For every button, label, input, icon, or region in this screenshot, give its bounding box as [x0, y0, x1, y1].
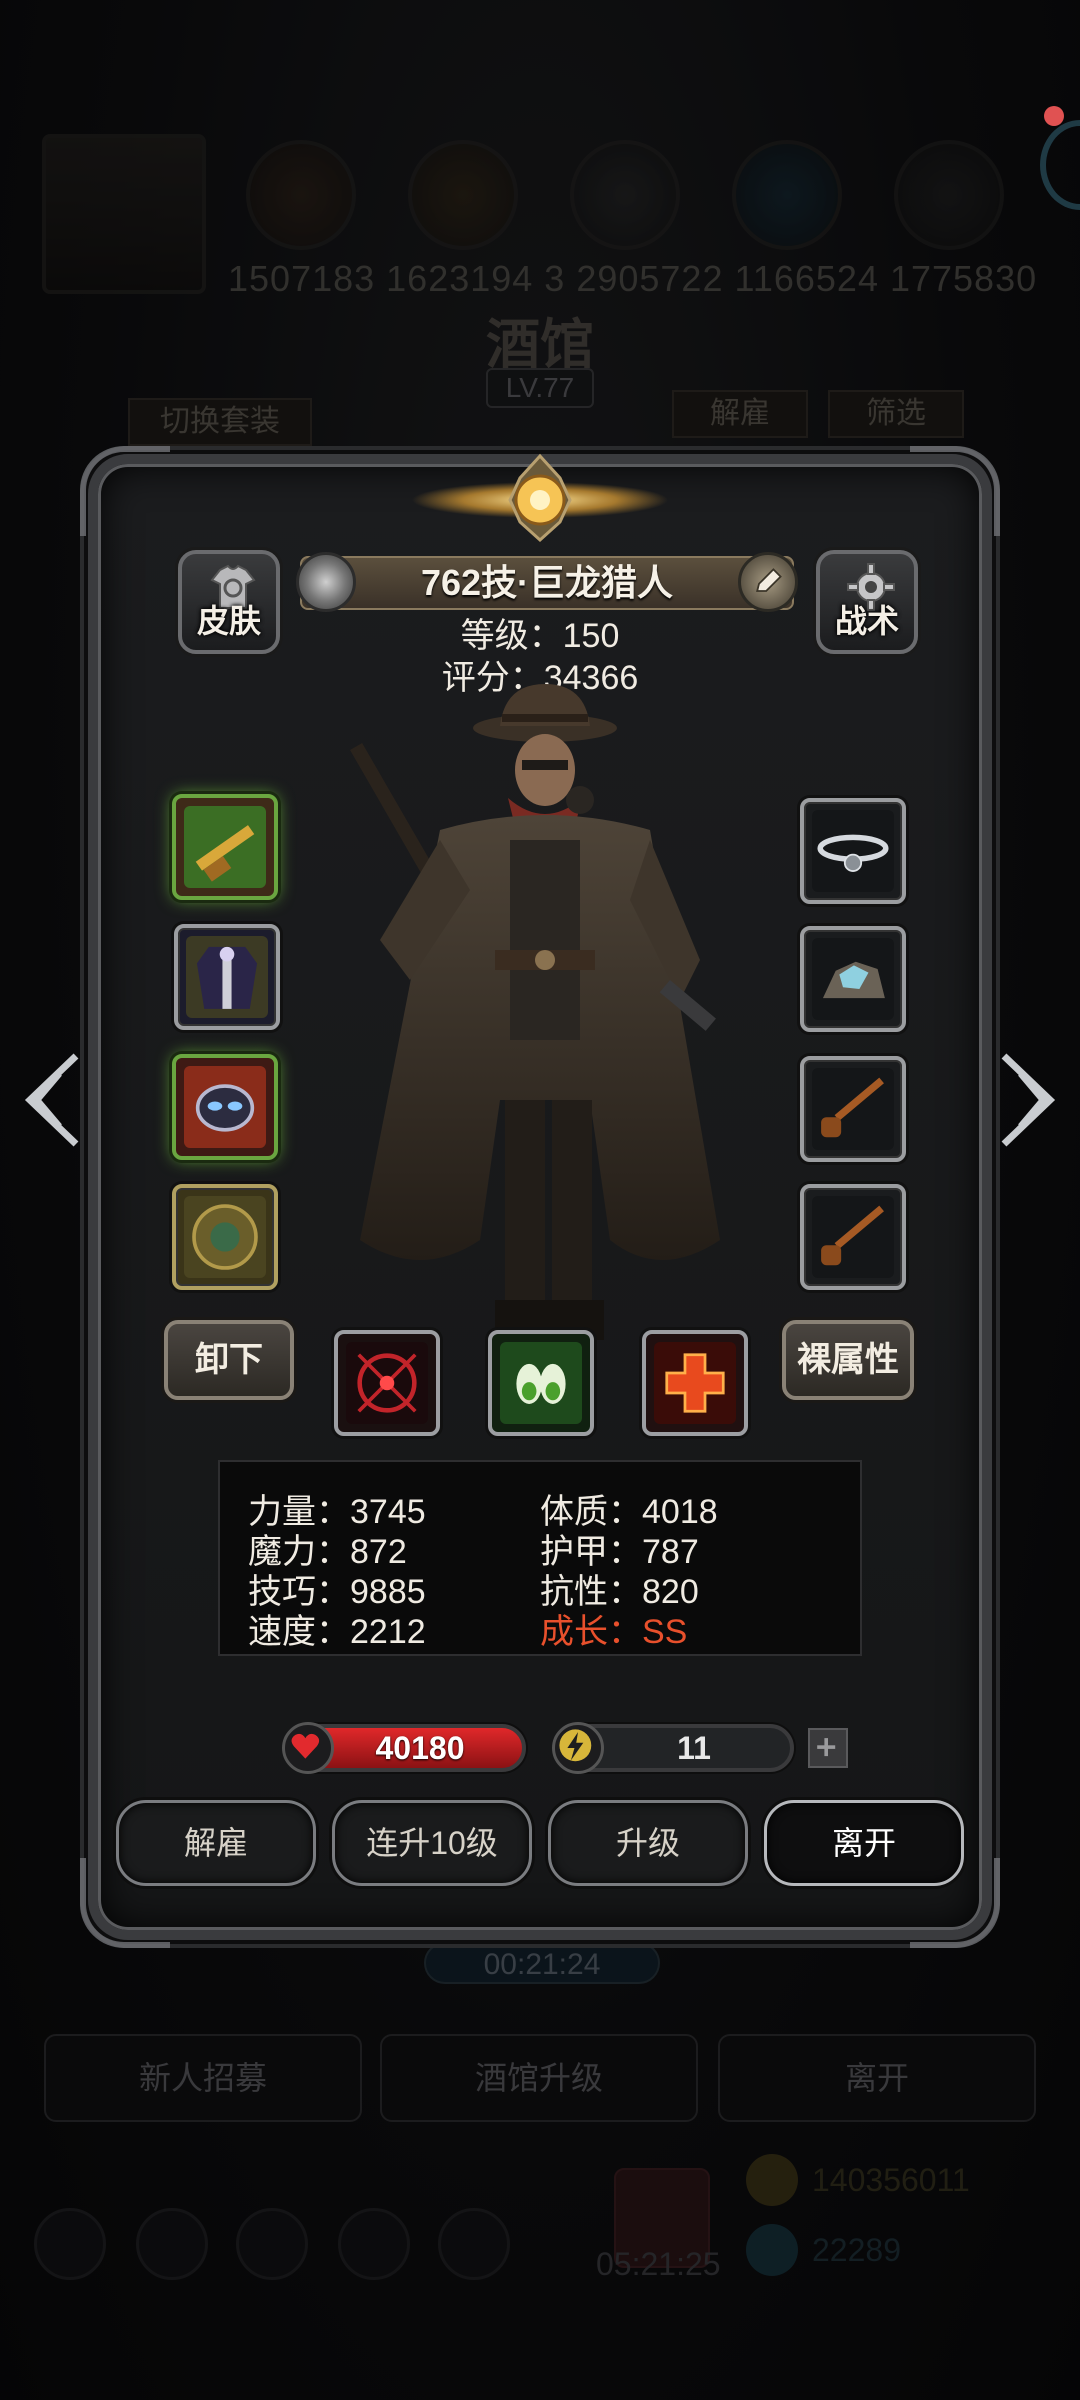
skill-slot[interactable]: [334, 1330, 440, 1436]
plus-icon: [817, 1738, 836, 1757]
energy-value: 11: [677, 1730, 711, 1766]
equip-slot-shield[interactable]: [172, 1184, 278, 1290]
equip-slot-helmet[interactable]: [172, 1054, 278, 1160]
level-up-button[interactable]: 升级: [548, 1800, 748, 1886]
previous-hero-arrow-icon[interactable]: [16, 1050, 86, 1150]
equip-slot-weapon[interactable]: [172, 794, 278, 900]
crystal-ore-icon: [812, 938, 894, 1020]
pipe-icon: [812, 1196, 894, 1278]
add-energy-button[interactable]: [808, 1728, 848, 1768]
coat-armor-icon: [186, 936, 268, 1018]
leave-button[interactable]: 离开: [764, 1800, 964, 1886]
panel-corner-ornament: [910, 446, 1000, 536]
equip-slot-gem[interactable]: [800, 926, 906, 1032]
equip-slot-amulet[interactable]: [800, 798, 906, 904]
equip-slot-armor[interactable]: [174, 924, 280, 1030]
equip-slot-accessory[interactable]: [800, 1056, 906, 1162]
base-attributes-button[interactable]: 裸属性: [782, 1320, 914, 1400]
amulet-icon: [812, 810, 894, 892]
hero-portrait-art: [350, 684, 720, 1340]
hp-value: 40180: [375, 1730, 465, 1766]
skill-slot[interactable]: [642, 1330, 748, 1436]
skill-slot[interactable]: [488, 1330, 594, 1436]
mask-helmet-icon: [184, 1066, 266, 1148]
equip-slot-accessory[interactable]: [800, 1184, 906, 1290]
round-shield-icon: [184, 1196, 266, 1278]
pipe-icon: [812, 1068, 894, 1150]
speed-stat: 速度：2212: [248, 1613, 426, 1651]
notification-dot: [1044, 106, 1064, 126]
dismiss-button[interactable]: 解雇: [116, 1800, 316, 1886]
panel-emblem-icon: [412, 453, 668, 543]
hero-name: 762技·巨龙猎人: [420, 562, 674, 603]
growth-stat: 成长：SS: [540, 1613, 688, 1651]
hero-name-bar: 762技·巨龙猎人: [300, 556, 794, 610]
unequip-button[interactable]: 卸下: [164, 1320, 294, 1400]
shotgun-icon: [184, 806, 266, 888]
medal-badge-icon[interactable]: [296, 552, 356, 612]
target-skill-icon: [346, 1342, 428, 1424]
next-hero-arrow-icon[interactable]: [994, 1050, 1064, 1150]
claw-skill-icon: [500, 1342, 582, 1424]
level-up-10-button[interactable]: 连升10级: [332, 1800, 532, 1886]
edit-name-icon[interactable]: [738, 552, 798, 612]
cross-skill-icon: [654, 1342, 736, 1424]
panel-corner-ornament: [80, 446, 170, 536]
